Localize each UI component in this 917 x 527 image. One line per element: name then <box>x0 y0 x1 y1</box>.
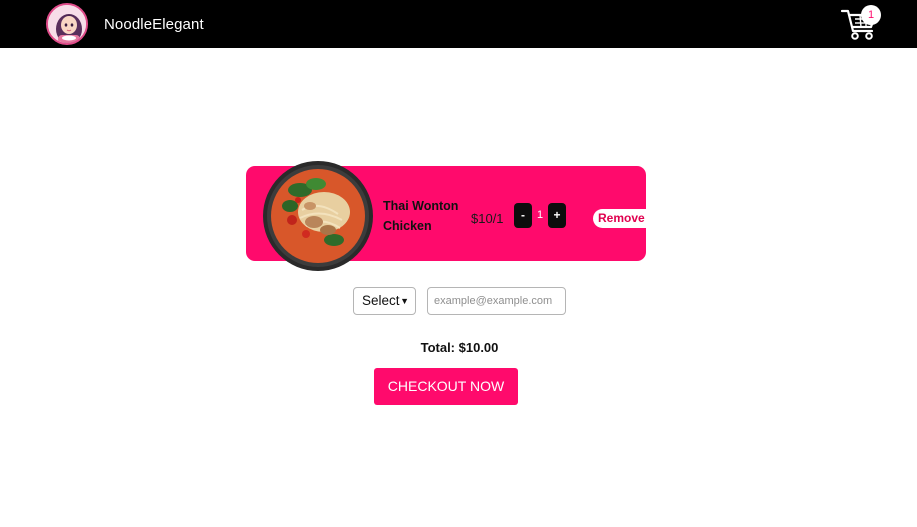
option-select[interactable]: Select ▼ <box>353 287 416 315</box>
noodle-bowl-image <box>262 160 374 272</box>
brand-logo[interactable] <box>46 3 88 45</box>
brand-name[interactable]: NoodleElegant <box>104 16 204 33</box>
cart-item-price: $10/1 <box>471 211 504 226</box>
cart-item-name-line1: Thai Wonton <box>383 199 459 213</box>
top-navbar: NoodleElegant 1 <box>0 0 917 48</box>
chevron-down-icon: ▼ <box>400 296 409 306</box>
checkout-button[interactable]: CHECKOUT NOW <box>374 368 518 405</box>
quantity-value: 1 <box>536 209 544 221</box>
email-input[interactable] <box>427 287 566 315</box>
cart-count-badge: 1 <box>861 5 881 25</box>
increase-quantity-button[interactable]: + <box>548 203 566 228</box>
avatar-logo-icon <box>48 5 86 43</box>
cart-item-name-line2: Chicken <box>383 219 432 233</box>
cart-item-name: Thai Wonton Chicken <box>383 196 473 236</box>
remove-item-button[interactable]: Remove <box>593 209 646 228</box>
order-total: Total: $10.00 <box>420 340 499 355</box>
noodle-bowl-icon <box>263 161 373 271</box>
decrease-quantity-button[interactable]: - <box>514 203 532 228</box>
select-value: Select <box>362 293 400 308</box>
